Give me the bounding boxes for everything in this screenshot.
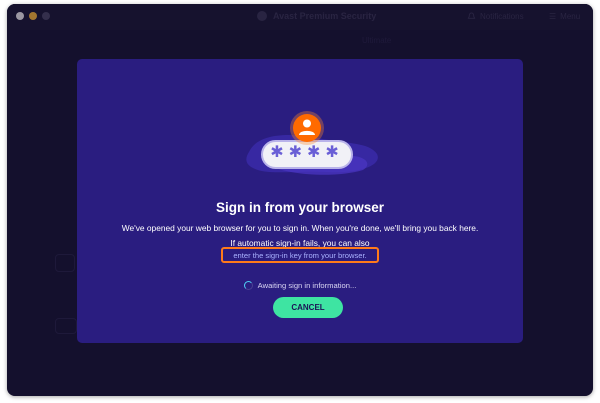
dialog-heading: Sign in from your browser bbox=[215, 200, 385, 215]
cancel-button[interactable]: CANCEL bbox=[273, 297, 343, 318]
sign-in-key-link-highlight: enter the sign-in key from your browser. bbox=[221, 247, 379, 263]
loading-spinner-icon bbox=[243, 281, 253, 290]
password-mask: ✱✱✱✱ bbox=[270, 144, 344, 161]
sign-in-illustration bbox=[246, 111, 378, 175]
status-text: Awaiting sign in information... bbox=[257, 281, 357, 290]
app-window: Avast Premium Security Notifications ☰ M… bbox=[7, 4, 593, 396]
dialog-description: We've opened your web browser for you to… bbox=[121, 223, 479, 233]
sign-in-dialog: ✱✱✱✱ Sign in from your browser We've ope… bbox=[77, 59, 523, 343]
awaiting-status: Awaiting sign in information... bbox=[77, 281, 523, 290]
enter-sign-in-key-link[interactable]: enter the sign-in key from your browser. bbox=[233, 251, 366, 260]
